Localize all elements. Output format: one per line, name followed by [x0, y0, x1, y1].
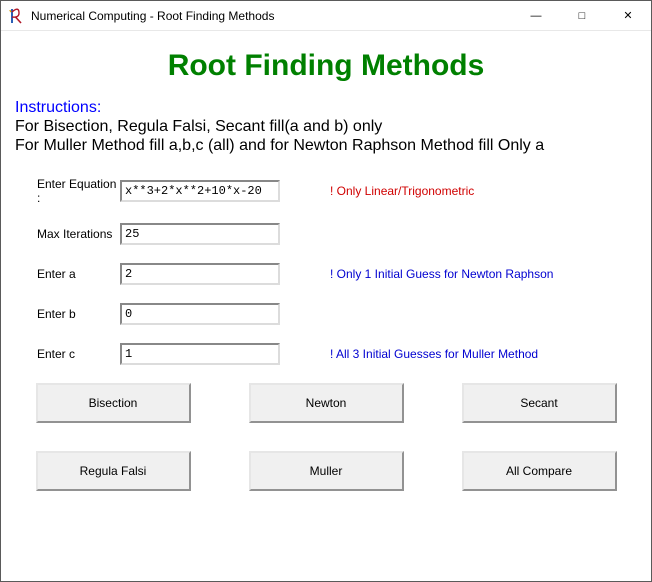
row-a: Enter a ! Only 1 Initial Guess for Newto…: [15, 263, 637, 285]
instructions-heading: Instructions:: [15, 99, 637, 117]
max-iter-input[interactable]: [120, 223, 280, 245]
c-input[interactable]: [120, 343, 280, 365]
page-title: Root Finding Methods: [15, 49, 637, 83]
form-area: Enter Equation : ! Only Linear/Trigonome…: [15, 177, 637, 491]
equation-label: Enter Equation :: [15, 177, 120, 205]
instructions-line-2: For Muller Method fill a,b,c (all) and f…: [15, 137, 637, 155]
python-tk-icon: [9, 8, 25, 24]
equation-hint: ! Only Linear/Trigonometric: [330, 184, 474, 198]
maximize-button[interactable]: □: [559, 1, 605, 31]
newton-button[interactable]: Newton: [249, 383, 404, 423]
a-label: Enter a: [15, 267, 120, 281]
titlebar: Numerical Computing - Root Finding Metho…: [1, 1, 651, 31]
c-label: Enter c: [15, 347, 120, 361]
row-b: Enter b: [15, 303, 637, 325]
max-iter-label: Max Iterations: [15, 227, 120, 241]
content-area: Root Finding Methods Instructions: For B…: [1, 31, 651, 581]
b-input[interactable]: [120, 303, 280, 325]
regula-falsi-button[interactable]: Regula Falsi: [36, 451, 191, 491]
row-c: Enter c ! All 3 Initial Guesses for Mull…: [15, 343, 637, 365]
equation-input[interactable]: [120, 180, 280, 202]
secant-button[interactable]: Secant: [462, 383, 617, 423]
a-hint: ! Only 1 Initial Guess for Newton Raphso…: [330, 267, 553, 281]
window-title: Numerical Computing - Root Finding Metho…: [31, 9, 274, 23]
muller-button[interactable]: Muller: [249, 451, 404, 491]
close-button[interactable]: ✕: [605, 1, 651, 31]
row-max-iter: Max Iterations: [15, 223, 637, 245]
c-hint: ! All 3 Initial Guesses for Muller Metho…: [330, 347, 538, 361]
b-label: Enter b: [15, 307, 120, 321]
app-window: Numerical Computing - Root Finding Metho…: [0, 0, 652, 582]
all-compare-button[interactable]: All Compare: [462, 451, 617, 491]
minimize-button[interactable]: —: [513, 1, 559, 31]
instructions-line-1: For Bisection, Regula Falsi, Secant fill…: [15, 118, 637, 136]
method-button-grid: Bisection Newton Secant Regula Falsi Mul…: [15, 383, 637, 491]
row-equation: Enter Equation : ! Only Linear/Trigonome…: [15, 177, 637, 205]
a-input[interactable]: [120, 263, 280, 285]
bisection-button[interactable]: Bisection: [36, 383, 191, 423]
